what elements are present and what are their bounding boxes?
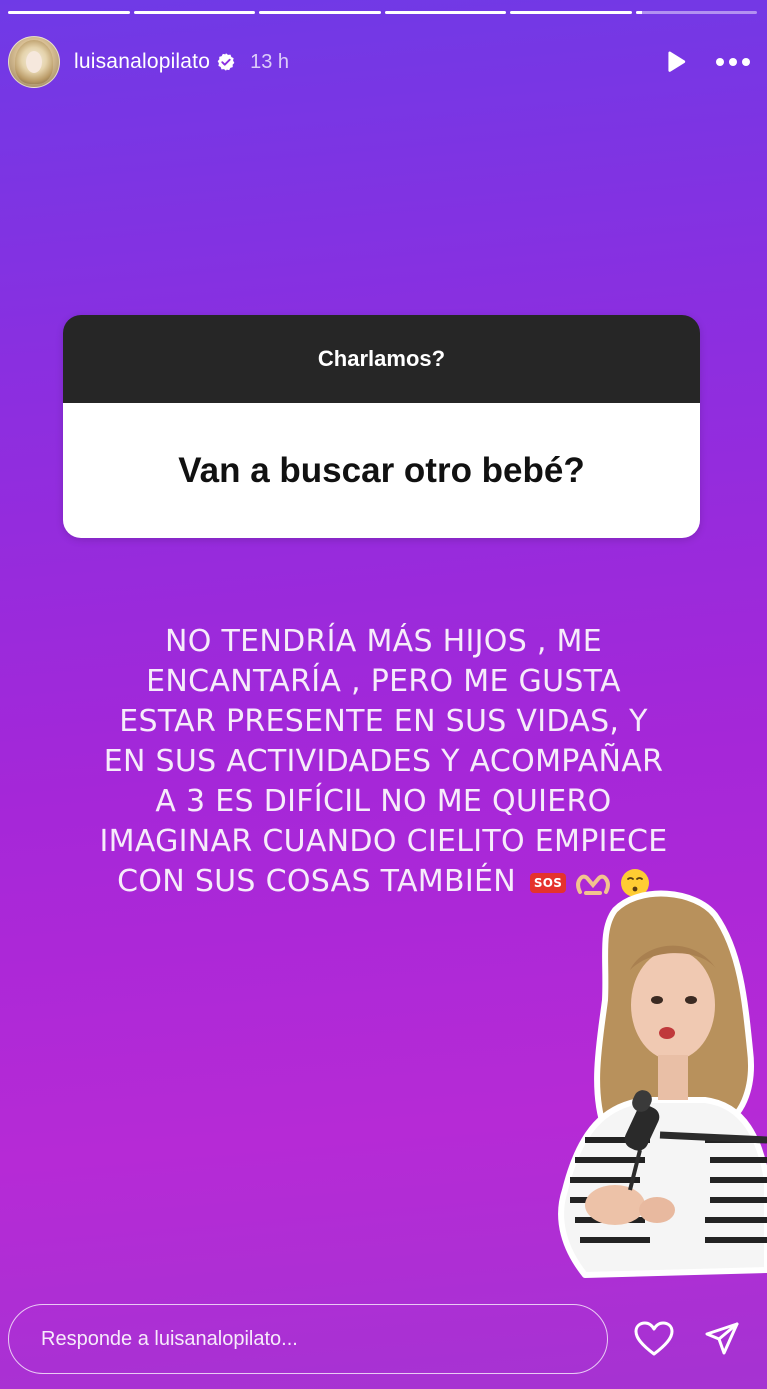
question-sticker: Charlamos? Van a buscar otro bebé? [63, 315, 700, 538]
answer-line: ENCANTARÍA , PERO ME GUSTA [146, 664, 621, 699]
reply-placeholder: Responde a luisanalopilato... [41, 1327, 298, 1350]
progress-segment [133, 11, 255, 14]
more-dots-icon[interactable] [715, 57, 751, 67]
reply-input[interactable]: Responde a luisanalopilato... [8, 1304, 608, 1374]
story-progress [8, 11, 757, 14]
progress-segment-current [635, 11, 757, 14]
answer-line: IMAGINAR CUANDO CIELITO EMPIECE [99, 824, 668, 859]
answer-line: NO TENDRÍA MÁS HIJOS , ME [164, 624, 602, 659]
username[interactable]: luisanalopilato [74, 50, 210, 74]
question-sticker-title: Charlamos? [63, 315, 700, 403]
answer-text: NO TENDRÍA MÁS HIJOS , ME ENCANTARÍA , P… [90, 622, 677, 902]
progress-segment [259, 11, 381, 14]
progress-segment [384, 11, 506, 14]
verified-badge-icon [217, 53, 235, 71]
answer-line: ESTAR PRESENTE EN SUS VIDAS, Y [119, 704, 648, 739]
story-footer: Responde a luisanalopilato... [8, 1302, 751, 1376]
story-header: luisanalopilato 13 h [8, 34, 751, 90]
progress-segment [8, 11, 130, 14]
woman-with-microphone-photo [558, 890, 767, 1278]
play-icon[interactable] [663, 49, 689, 75]
avatar[interactable] [8, 36, 60, 88]
send-icon[interactable] [704, 1321, 740, 1357]
progress-segment [510, 11, 632, 14]
heart-icon[interactable] [634, 1321, 674, 1357]
answer-line: EN SUS ACTIVIDADES Y ACOMPAÑAR [103, 744, 664, 779]
answer-line: CON SUS COSAS TAMBIÉN [117, 864, 516, 899]
post-time: 13 h [250, 50, 290, 73]
answer-line: A 3 ES DIFÍCIL NO ME QUIERO [155, 784, 612, 819]
question-text: Van a buscar otro bebé? [63, 403, 700, 538]
